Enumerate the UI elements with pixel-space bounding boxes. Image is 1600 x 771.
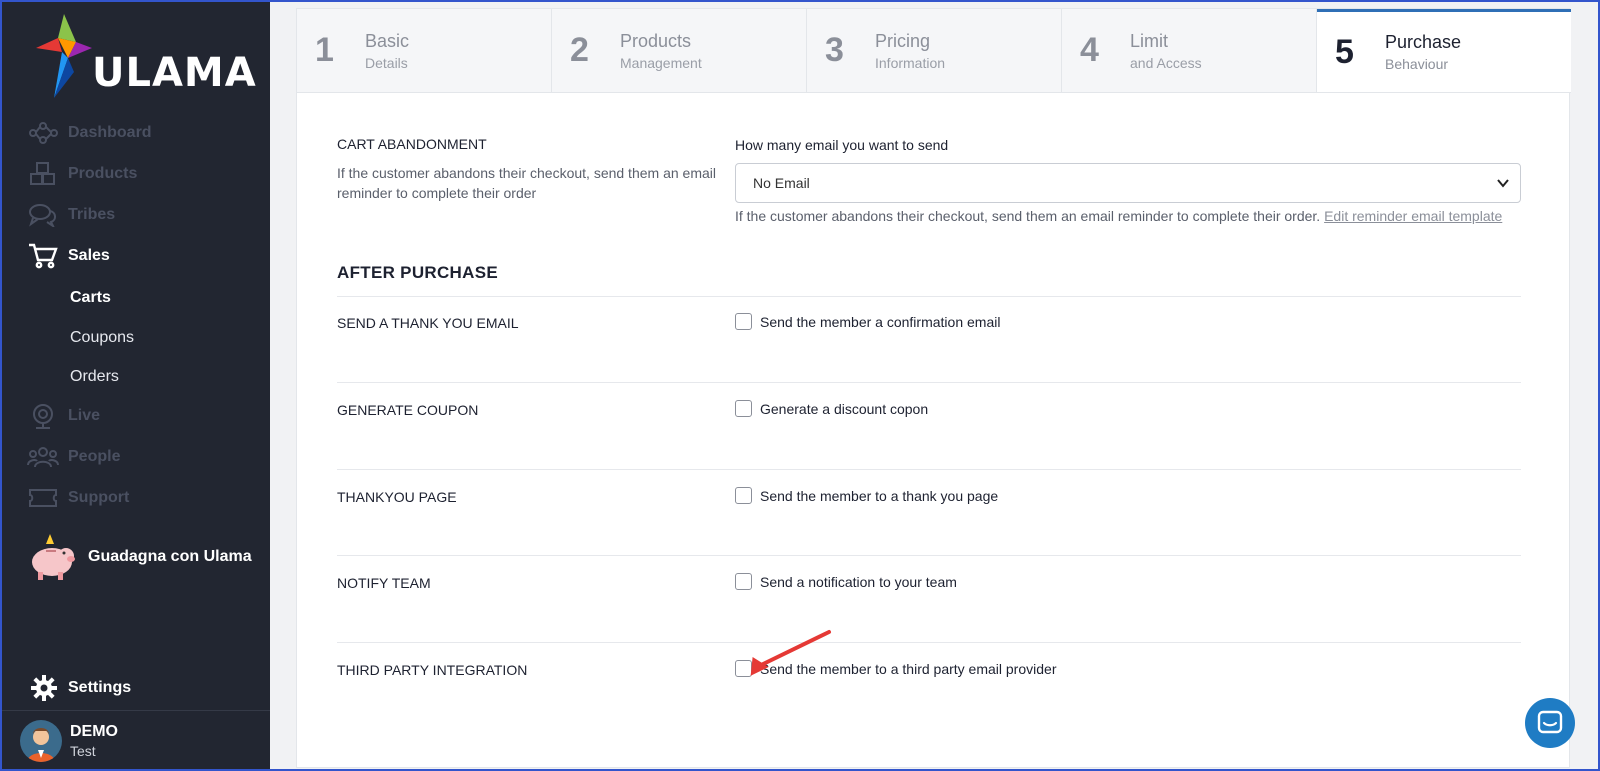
checkbox-label: Generate a discount copon xyxy=(760,400,929,417)
purchase-behaviour-card: 1 Basic Details 2 Products Management 3 Pr… xyxy=(296,8,1571,768)
divider xyxy=(337,642,1521,643)
avatar xyxy=(20,720,62,762)
promo-label: Guadagna con Ulama xyxy=(88,548,252,565)
step-title: Limit xyxy=(1130,30,1169,51)
step-purchase-behaviour[interactable]: 5 Purchase Behaviour xyxy=(1317,9,1571,92)
sidebar-item-settings[interactable]: Settings xyxy=(30,674,131,702)
step-subtitle: Information xyxy=(875,54,946,71)
chat-bubbles-icon xyxy=(26,200,60,230)
settings-label: Settings xyxy=(68,679,132,696)
ulama-logo[interactable]: ULAMA xyxy=(34,12,256,102)
sidebar-item-dashboard[interactable]: Dashboard xyxy=(26,118,152,148)
step-subtitle: Management xyxy=(620,54,702,71)
step-title: Products xyxy=(620,30,692,51)
ticket-icon xyxy=(26,483,60,513)
help-text: If the customer abandons their checkout,… xyxy=(735,208,1321,224)
sidebar-subitem-coupons[interactable]: Coupons xyxy=(70,329,134,347)
discount-coupon-checkbox[interactable] xyxy=(735,400,752,417)
sidebar-item-tribes[interactable]: Tribes xyxy=(26,200,115,230)
sidebar-item-label: Tribes xyxy=(68,206,116,223)
sidebar-item-label: Live xyxy=(68,407,101,424)
sidebar-item-label: Dashboard xyxy=(68,124,152,141)
checkbox-row-discount-coupon[interactable]: Generate a discount copon xyxy=(735,400,928,417)
user-avatar-icon xyxy=(27,728,55,762)
promo-earn-with-ulama[interactable]: Guadagna con Ulama xyxy=(28,532,252,582)
divider xyxy=(337,555,1521,556)
row-label-generate-coupon: GENERATE COUPON xyxy=(337,402,479,418)
annotation-arrow-icon xyxy=(750,630,831,676)
step-number: 5 xyxy=(1335,32,1354,71)
dashboard-network-icon xyxy=(26,118,60,148)
row-label-thankyou-page: THANKYOU PAGE xyxy=(337,489,457,505)
piggy-bank-icon xyxy=(32,534,75,580)
step-number: 2 xyxy=(570,31,589,69)
row-label-third-party: THIRD PARTY INTEGRATION xyxy=(337,662,528,678)
chat-icon xyxy=(1537,710,1563,734)
step-subtitle: Details xyxy=(365,54,408,71)
chevron-down-icon xyxy=(1497,179,1509,188)
webcam-icon xyxy=(26,401,60,431)
people-icon xyxy=(26,442,60,472)
step-number: 4 xyxy=(1080,31,1099,69)
step-subtitle: Behaviour xyxy=(1385,56,1449,72)
sidebar-item-live[interactable]: Live xyxy=(26,401,100,431)
cart-icon xyxy=(26,241,60,271)
step-basic-details[interactable]: 1 Basic Details xyxy=(297,9,552,92)
email-count-label: How many email you want to send xyxy=(735,137,949,153)
divider xyxy=(337,382,1521,383)
checkbox-row-thank-you-page[interactable]: Send the member to a thank you page xyxy=(735,487,998,504)
user-name: DEMO xyxy=(70,723,118,740)
sidebar-item-products[interactable]: Products xyxy=(26,159,137,189)
sidebar-item-label: Sales xyxy=(68,247,110,264)
divider xyxy=(337,469,1521,470)
step-limit-access[interactable]: 4 Limit and Access xyxy=(1062,9,1317,92)
thank-you-page-checkbox[interactable] xyxy=(735,487,752,504)
cart-abandonment-description: If the customer abandons their checkout,… xyxy=(337,165,716,201)
cart-abandonment-help: If the customer abandons their checkout,… xyxy=(735,208,1502,224)
user-profile[interactable]: DEMO Test xyxy=(20,720,118,762)
sidebar-subitem-orders[interactable]: Orders xyxy=(70,368,119,386)
chat-launcher-button[interactable] xyxy=(1525,698,1575,748)
step-title: Pricing xyxy=(875,30,931,51)
checkbox-label: Send the member to a thank you page xyxy=(760,487,999,504)
row-label-thank-you-email: SEND A THANK YOU EMAIL xyxy=(337,315,519,331)
sidebar: ULAMA Dashboard Products Tribes Sales Ca… xyxy=(2,2,270,769)
sidebar-item-label: Products xyxy=(68,165,138,182)
user-subtitle: Test xyxy=(70,743,96,759)
sidebar-item-label: Support xyxy=(68,489,130,506)
row-label-notify-team: NOTIFY TEAM xyxy=(337,575,431,591)
checkbox-row-confirmation-email[interactable]: Send the member a confirmation email xyxy=(735,313,1000,330)
divider xyxy=(337,296,1521,297)
edit-reminder-template-link[interactable]: Edit reminder email template xyxy=(1324,208,1502,224)
sidebar-item-sales[interactable]: Sales xyxy=(26,241,110,271)
select-value: No Email xyxy=(753,175,810,191)
logo-text: ULAMA xyxy=(92,50,257,96)
email-count-select[interactable]: No Email xyxy=(735,163,1521,203)
checkbox-label: Send a notification to your team xyxy=(760,573,957,590)
gear-icon xyxy=(31,675,57,701)
confirmation-email-checkbox[interactable] xyxy=(735,313,752,330)
step-pricing-information[interactable]: 3 Pricing Information xyxy=(807,9,1062,92)
after-purchase-title: AFTER PURCHASE xyxy=(337,263,498,282)
sidebar-item-support[interactable]: Support xyxy=(26,483,129,513)
checkbox-label: Send the member a confirmation email xyxy=(760,313,1001,330)
sidebar-subitem-carts[interactable]: Carts xyxy=(70,289,111,307)
cart-abandonment-title: CART ABANDONMENT xyxy=(337,136,487,152)
step-title: Purchase xyxy=(1385,32,1462,52)
divider xyxy=(2,710,270,711)
step-number: 3 xyxy=(825,31,844,69)
sidebar-item-people[interactable]: People xyxy=(26,442,120,472)
step-number: 1 xyxy=(315,31,334,69)
notify-team-checkbox[interactable] xyxy=(735,573,752,590)
checkbox-row-notify-team[interactable]: Send a notification to your team xyxy=(735,573,957,590)
step-title: Basic xyxy=(365,30,410,51)
wizard-steps: 1 Basic Details 2 Products Management 3 Pr… xyxy=(297,9,1571,93)
sidebar-item-label: People xyxy=(68,448,121,465)
step-subtitle: and Access xyxy=(1130,54,1202,71)
step-products-management[interactable]: 2 Products Management xyxy=(552,9,807,92)
cubes-icon xyxy=(26,159,60,189)
